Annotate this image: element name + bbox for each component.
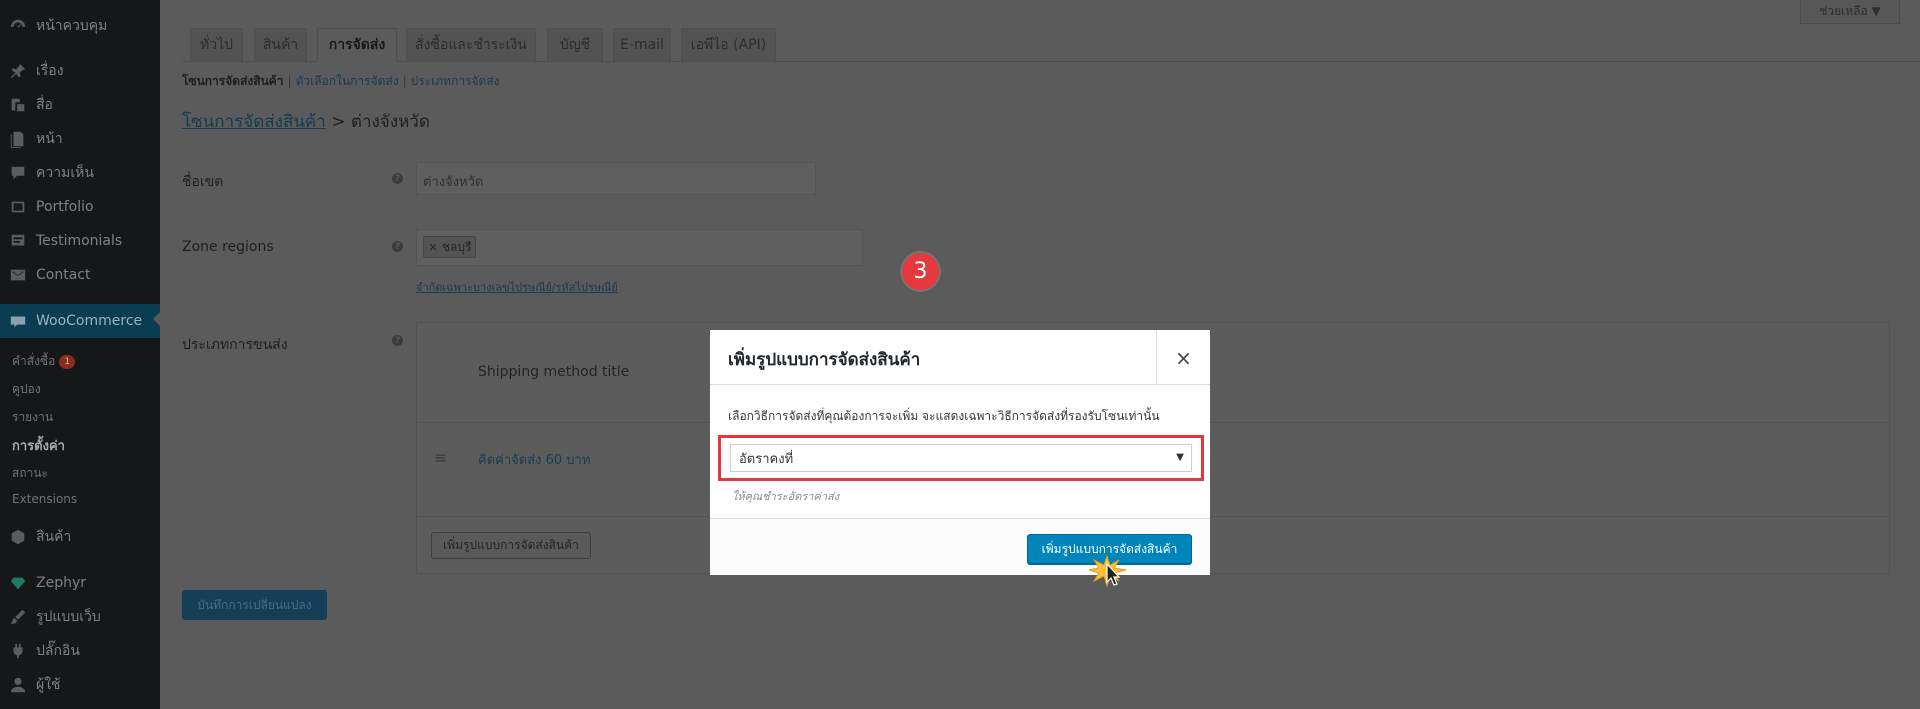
portfolio-icon <box>8 197 28 217</box>
sidebar-item-pages[interactable]: หน้า <box>0 124 160 154</box>
subnav-current-zones[interactable]: โซนการจัดส่งสินค้า <box>182 74 284 88</box>
diamond-icon <box>8 573 28 593</box>
submenu-extensions[interactable]: Extensions <box>12 492 77 506</box>
method-row-title[interactable]: คิดค่าจัดส่ง 60 บาท <box>478 449 590 470</box>
user-icon <box>8 675 28 695</box>
orders-count-badge: 1 <box>59 354 76 369</box>
mail-icon <box>8 265 28 285</box>
sidebar-item-label: หน้า <box>36 131 63 147</box>
zone-name-input[interactable]: ต่างจังหวัด <box>416 162 816 195</box>
sidebar-item-media[interactable]: สื่อ <box>0 90 160 120</box>
sidebar-item-appearance[interactable]: รูปแบบเว็บ <box>0 602 160 632</box>
media-icon <box>8 95 28 115</box>
testimonials-icon <box>8 231 28 251</box>
tab-email[interactable]: E-mail <box>613 28 671 62</box>
modal-title: เพิ่มรูปแบบการจัดส่งสินค้า <box>728 350 921 370</box>
breadcrumb: โซนการจัดส่งสินค้า > ต่างจังหวัด <box>182 108 430 135</box>
subnav-separator: | <box>402 74 407 88</box>
subnav-shipping-classes[interactable]: ประเภทการจัดส่ง <box>411 74 500 88</box>
add-shipping-method-modal: เพิ่มรูปแบบการจัดส่งสินค้า × เลือกวิธีกา… <box>710 330 1210 575</box>
breadcrumb-zones-link[interactable]: โซนการจัดส่งสินค้า <box>182 112 326 132</box>
dashboard-icon <box>8 16 28 36</box>
zone-regions-label: Zone regions <box>182 239 274 255</box>
step-number-badge: 3 <box>902 253 939 290</box>
tab-products[interactable]: สินค้า <box>254 28 307 62</box>
sidebar-item-label: สื่อ <box>36 97 53 113</box>
column-header-method-title: Shipping method title <box>478 364 630 380</box>
comment-icon <box>8 163 28 183</box>
limit-postcodes-link[interactable]: จำกัดเฉพาะบางเลขไปรษณีย์/รหัสไปรษณีย์ <box>416 278 618 296</box>
breadcrumb-current: ต่างจังหวัด <box>350 112 430 132</box>
method-description-hint: ให้คุณชำระอัตราค่าส่ง <box>732 490 840 503</box>
sidebar-item-label: ผู้ใช้ <box>36 677 61 693</box>
sidebar-item-portfolio[interactable]: Portfolio <box>0 192 160 222</box>
woocommerce-icon <box>8 311 28 331</box>
region-chip-chonburi[interactable]: × ชลบุรี <box>423 236 477 258</box>
sidebar-item-comments[interactable]: ความเห็น <box>0 158 160 188</box>
modal-description: เลือกวิธีการจัดส่งที่คุณต้องการจะเพิ่ม จ… <box>728 409 1160 423</box>
sidebar-item-posts[interactable]: เรื่อง <box>0 56 160 86</box>
submenu-settings[interactable]: การตั้งค่า <box>12 435 65 456</box>
sidebar-item-label: Testimonials <box>36 233 123 249</box>
tab-checkout[interactable]: สั่งซื้อและชำระเงิน <box>406 28 536 62</box>
sidebar-item-users[interactable]: ผู้ใช้ <box>0 670 160 700</box>
subnav-separator: | <box>287 74 292 88</box>
sidebar-item-plugins[interactable]: ปลั๊กอิน <box>0 636 160 666</box>
sidebar-item-zephyr[interactable]: Zephyr <box>0 568 160 598</box>
tab-api[interactable]: เอพีไอ (API) <box>681 28 776 62</box>
sidebar-item-contact[interactable]: Contact <box>0 260 160 290</box>
zone-name-label: ชื่อเขต <box>182 174 224 190</box>
sidebar-item-label: ความเห็น <box>36 165 94 181</box>
subnav-shipping-options[interactable]: ตัวเลือกในการจัดส่ง <box>296 74 399 88</box>
sidebar-item-label: ปลั๊กอิน <box>36 643 80 659</box>
brush-icon <box>8 607 28 627</box>
tab-accounts[interactable]: บัญชี <box>547 28 603 62</box>
sidebar-item-testimonials[interactable]: Testimonials <box>0 226 160 256</box>
sidebar-item-label: Portfolio <box>36 199 94 215</box>
current-menu-arrow <box>153 311 161 327</box>
zone-regions-input[interactable] <box>416 229 863 266</box>
page-icon <box>8 129 28 149</box>
help-icon[interactable]: ? <box>392 241 403 252</box>
sidebar-item-label: รูปแบบเว็บ <box>36 609 101 625</box>
shipping-methods-label: ประเภทการขนส่ง <box>182 337 288 353</box>
admin-sidebar: หน้าควบคุม เรื่อง สื่อ หน้า ความเห็น Por… <box>0 0 161 709</box>
tab-shipping[interactable]: การจัดส่ง <box>317 28 397 62</box>
sidebar-item-label: Zephyr <box>36 575 87 591</box>
save-changes-button[interactable]: บันทึกการเปลี่ยนแปลง <box>182 590 327 620</box>
mouse-cursor-icon <box>1088 554 1127 588</box>
submenu-status[interactable]: สถานะ <box>12 464 48 483</box>
pin-icon <box>8 61 28 81</box>
submenu-reports[interactable]: รายงาน <box>12 408 53 427</box>
sidebar-item-label: Contact <box>36 267 91 283</box>
close-icon[interactable]: × <box>1156 330 1210 385</box>
submenu-orders[interactable]: คำสั่งซื้อ 1 <box>12 352 76 371</box>
sidebar-item-label: สินค้า <box>36 529 72 545</box>
shipping-subnav: โซนการจัดส่งสินค้า | ตัวเลือกในการจัดส่ง | ป… <box>182 72 500 91</box>
sidebar-item-woocommerce[interactable]: WooCommerce <box>0 304 161 338</box>
sidebar-item-label: หน้าควบคุม <box>36 18 108 34</box>
plugin-icon <box>8 641 28 661</box>
sidebar-item-products[interactable]: สินค้า <box>0 522 160 552</box>
box-icon <box>8 527 28 547</box>
shipping-method-select[interactable]: อัตราคงที่ ▼ <box>730 444 1192 472</box>
help-icon[interactable]: ? <box>392 335 403 346</box>
select-value: อัตราคงที่ <box>739 451 794 467</box>
modal-header: เพิ่มรูปแบบการจัดส่งสินค้า × <box>710 330 1210 385</box>
submenu-coupons[interactable]: คูปอง <box>12 380 41 399</box>
chevron-down-icon: ▼ <box>1176 452 1184 463</box>
submenu-orders-label: คำสั่งซื้อ <box>12 354 56 368</box>
breadcrumb-separator: > <box>331 112 346 132</box>
tab-general[interactable]: ทั่วไป <box>190 28 243 62</box>
sidebar-item-label: เรื่อง <box>36 63 64 79</box>
sidebar-item-dashboard[interactable]: หน้าควบคุม <box>0 11 160 41</box>
help-tab-button[interactable]: ช่วยเหลือ ▼ <box>1800 0 1900 24</box>
drag-handle-icon[interactable]: ≡ <box>434 448 447 467</box>
sidebar-item-label: WooCommerce <box>36 313 143 329</box>
help-icon[interactable]: ? <box>392 173 403 184</box>
add-shipping-method-button[interactable]: เพิ่มรูปแบบการจัดส่งสินค้า <box>431 532 591 559</box>
